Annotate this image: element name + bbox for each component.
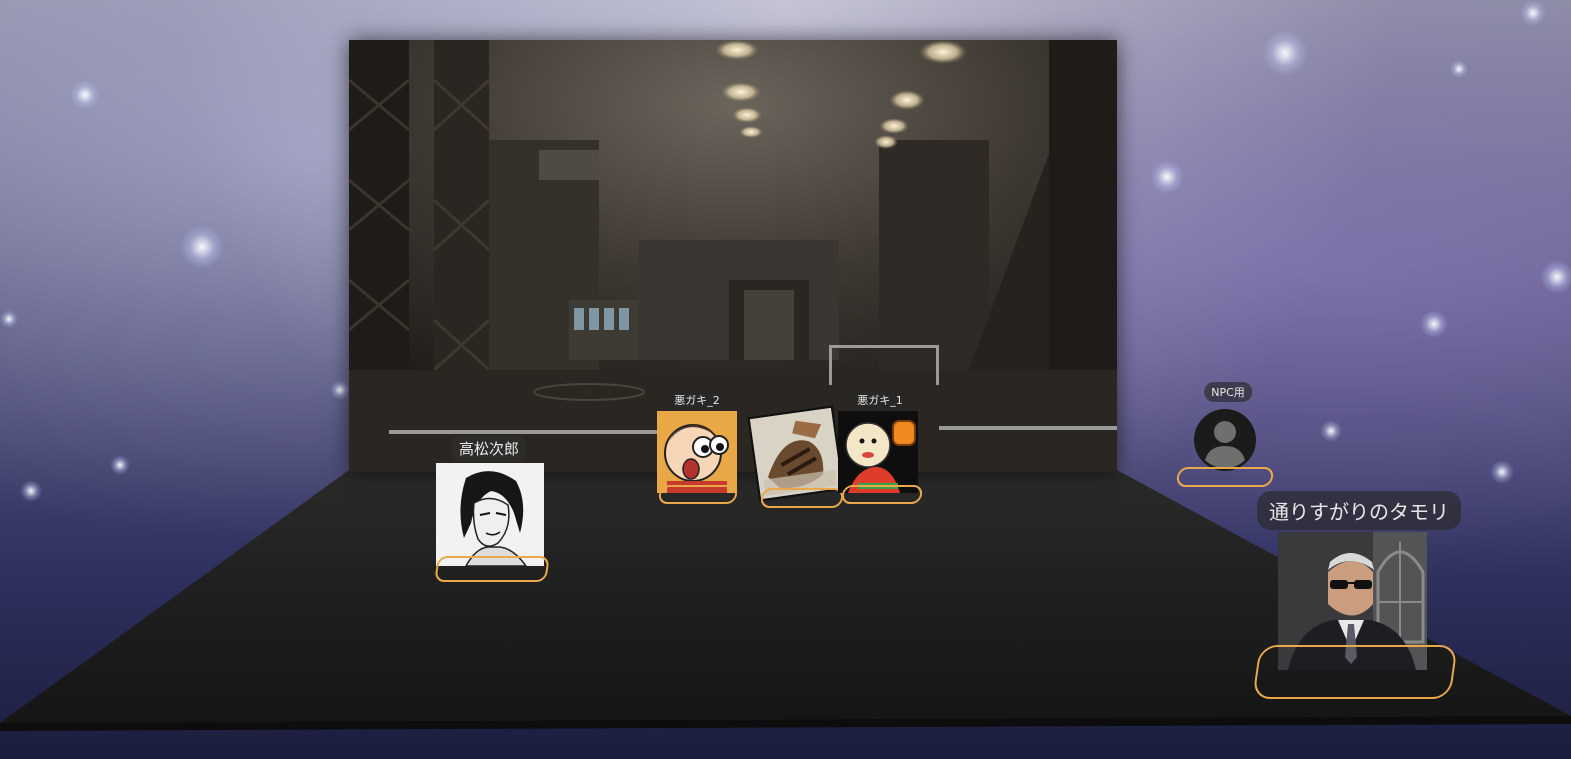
cartoon-kid-drum-portrait [838,411,918,493]
character-nameplate: NPC用 [1204,382,1252,402]
character-token-warugaki1[interactable] [838,411,918,493]
industrial-tunnel-illustration [349,40,1117,472]
character-nameplate: 通りすがりのタモリ [1257,491,1461,530]
default-user-icon [1194,409,1256,471]
character-nameplate: 高松次郎 [450,436,528,461]
character-base-ring [1252,645,1458,699]
backdrop-image [349,40,1117,472]
character-token-warugaki2[interactable] [657,411,737,493]
illustration-card [749,407,843,500]
character-nameplate: 悪ガキ_1 [850,390,910,410]
character-base-ring [840,485,924,504]
character-token-npc[interactable] [1193,408,1257,472]
character-base-ring [1175,467,1275,487]
cartoon-boy-portrait [657,411,737,493]
character-base-ring [434,556,550,582]
character-base-ring [657,485,739,504]
character-nameplate: 悪ガキ_2 [667,390,727,410]
manga-man-portrait [436,463,544,566]
character-token-takamatsu[interactable] [436,463,544,566]
character-base-ring [759,488,845,508]
